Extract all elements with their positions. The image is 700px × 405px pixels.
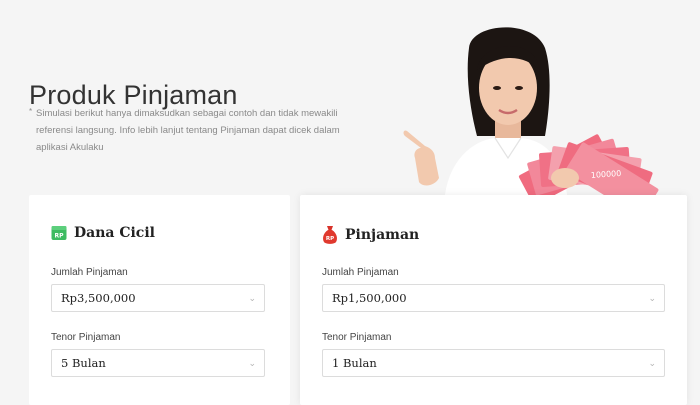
product-card-dana-cicil: RP Dana Cicil Jumlah Pinjaman Rp3,500,00… bbox=[29, 195, 290, 405]
money-bag-icon: RP bbox=[323, 226, 337, 244]
disclaimer: * Simulasi berikut hanya dimaksudkan seb… bbox=[29, 105, 349, 156]
amount-label: Jumlah Pinjaman bbox=[51, 267, 128, 278]
amount-label: Jumlah Pinjaman bbox=[322, 267, 399, 278]
product-card-pinjaman: RP Pinjaman Jumlah Pinjaman Rp1,500,000 … bbox=[300, 195, 687, 405]
disclaimer-asterisk: * bbox=[29, 107, 33, 116]
card-title: Pinjaman bbox=[345, 227, 420, 243]
chevron-down-icon: ⌄ bbox=[648, 292, 656, 303]
amount-select[interactable]: Rp1,500,000 ⌄ bbox=[322, 284, 665, 312]
card-title: Dana Cicil bbox=[74, 225, 155, 241]
tenor-select[interactable]: 5 Bulan ⌄ bbox=[51, 349, 265, 377]
chevron-down-icon: ⌄ bbox=[648, 357, 656, 368]
card-header: RP Dana Cicil bbox=[51, 225, 155, 241]
chevron-down-icon: ⌄ bbox=[248, 357, 256, 368]
chevron-down-icon: ⌄ bbox=[248, 292, 256, 303]
tenor-value: 5 Bulan bbox=[61, 356, 106, 370]
hero-woman-with-money-illustration: 100000 bbox=[403, 27, 659, 195]
tenor-select[interactable]: 1 Bulan ⌄ bbox=[322, 349, 665, 377]
card-header: RP Pinjaman bbox=[322, 225, 419, 245]
card-icon-text: RP bbox=[54, 233, 64, 240]
tenor-value: 1 Bulan bbox=[332, 356, 377, 370]
tenor-label: Tenor Pinjaman bbox=[322, 332, 392, 343]
disclaimer-text: Simulasi berikut hanya dimaksudkan sebag… bbox=[36, 108, 340, 153]
banknote-fan bbox=[518, 134, 659, 195]
amount-value: Rp3,500,000 bbox=[61, 291, 136, 305]
amount-select[interactable]: Rp3,500,000 ⌄ bbox=[51, 284, 265, 312]
tenor-label: Tenor Pinjaman bbox=[51, 332, 121, 343]
card-icon-text: RP bbox=[326, 236, 334, 242]
rp-wallet-icon: RP bbox=[51, 226, 67, 240]
amount-value: Rp1,500,000 bbox=[332, 291, 407, 305]
